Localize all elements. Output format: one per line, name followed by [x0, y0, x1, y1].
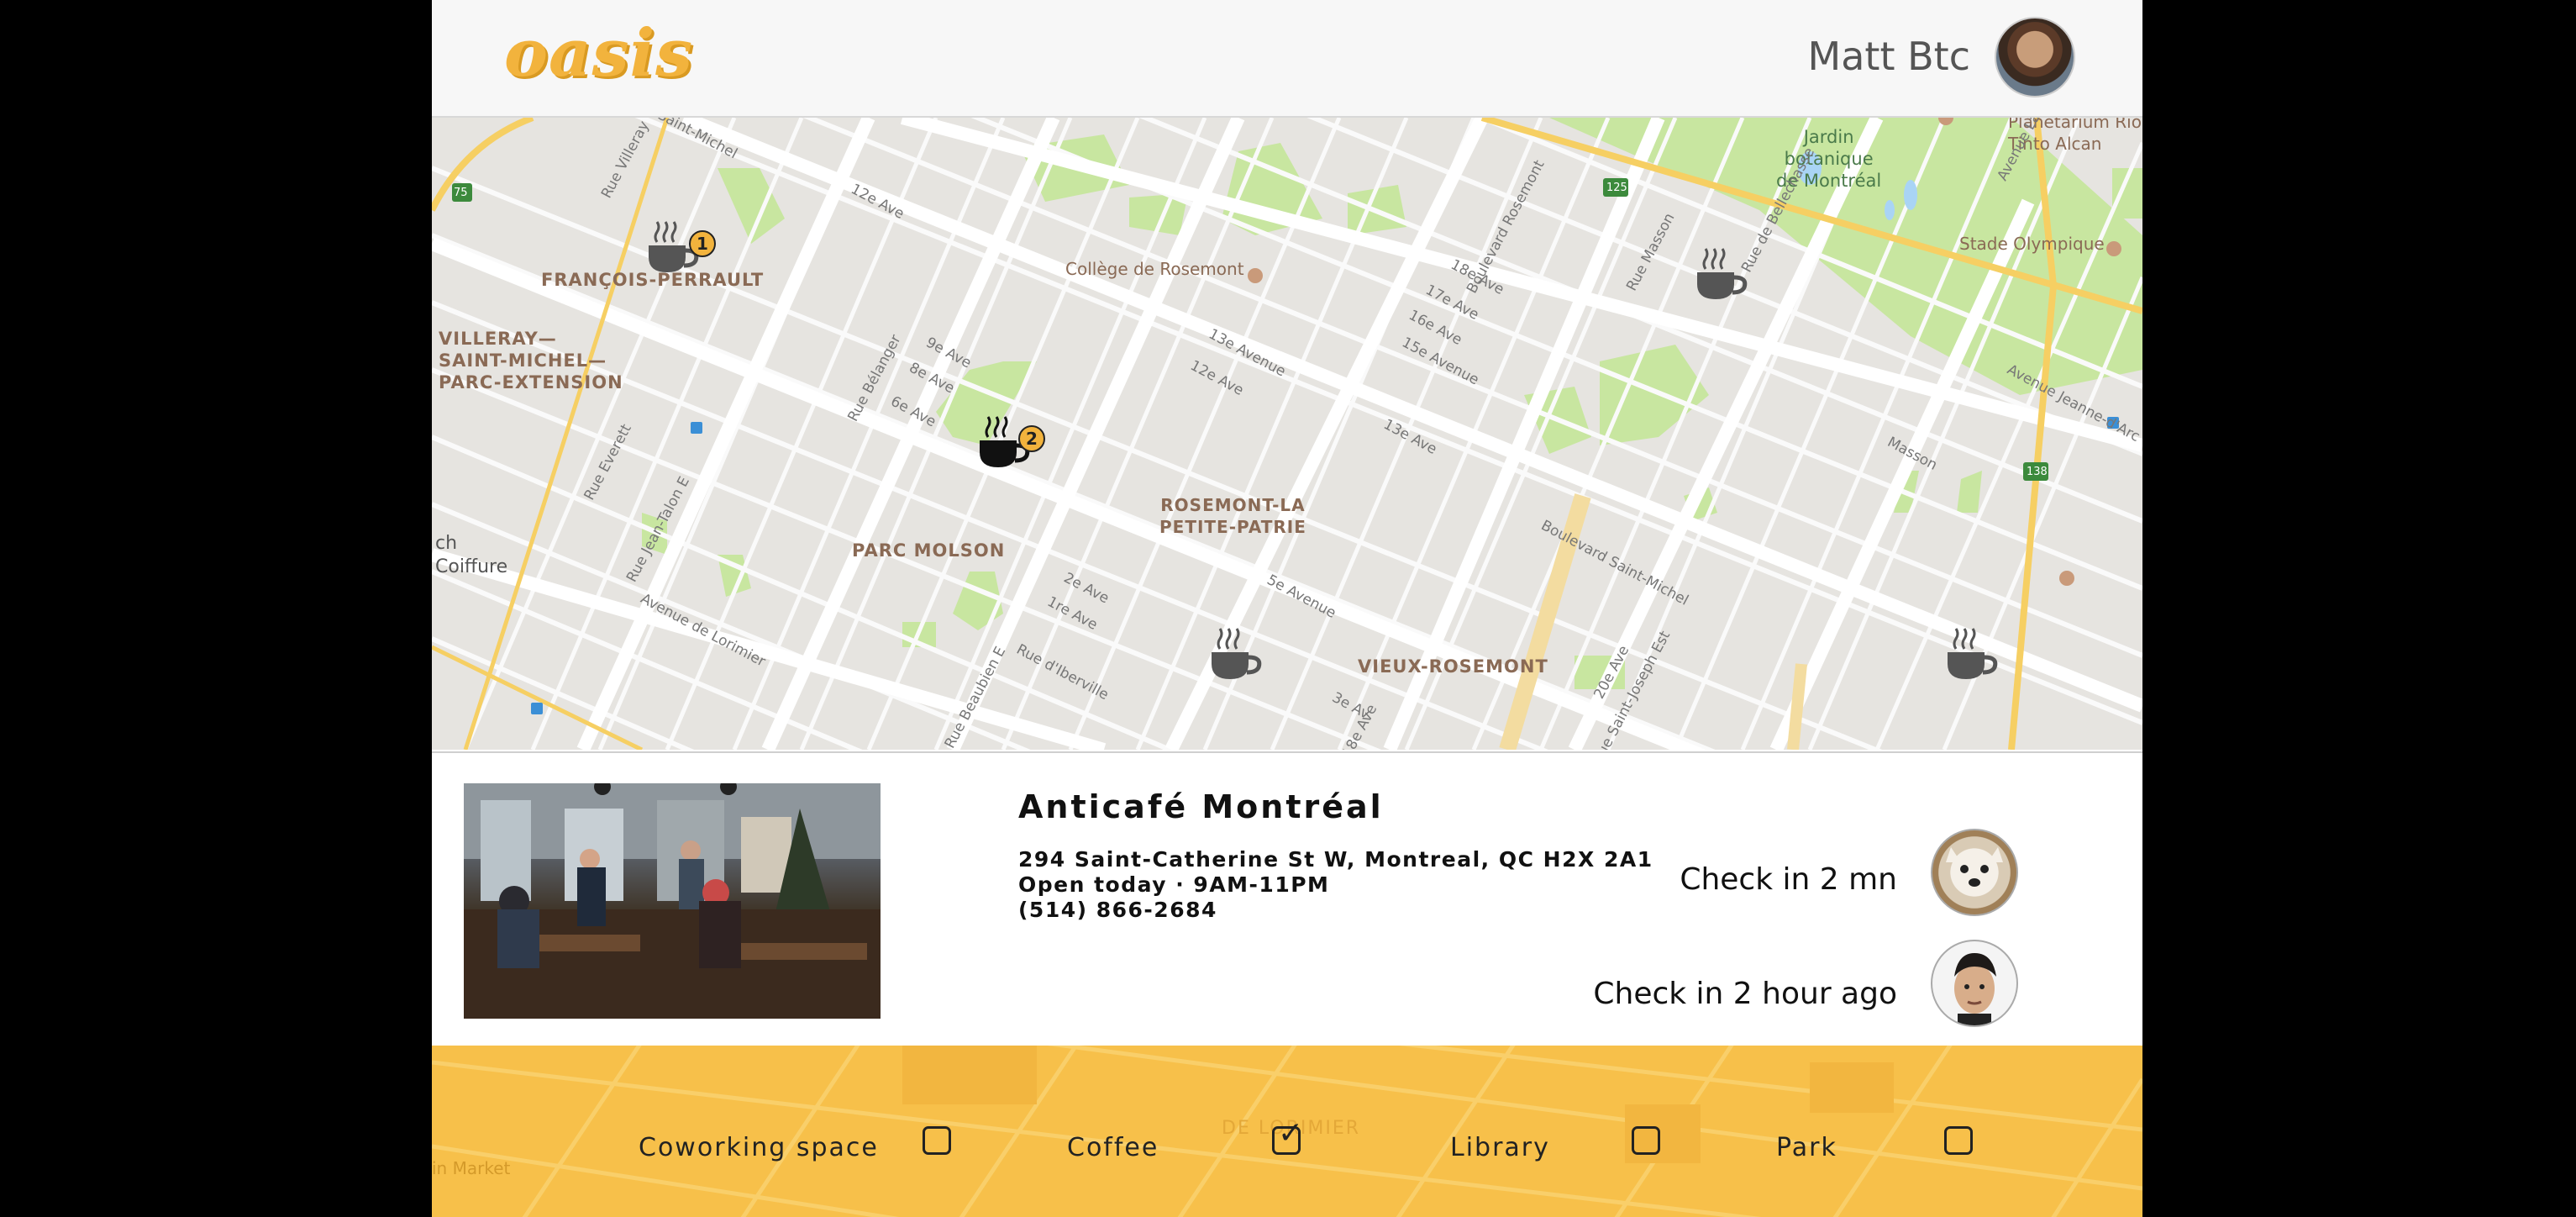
place-info: 294 Saint-Catherine St W, Montreal, QC H…	[1018, 847, 1653, 923]
coffee-marker[interactable]: 1	[642, 210, 716, 277]
district-vieux-rosemont: VIEUX-ROSEMONT	[1358, 656, 1548, 677]
user-name[interactable]: Matt Btc	[1808, 34, 1970, 79]
coffee-marker[interactable]	[1690, 237, 1758, 304]
coffee-cup-icon	[1212, 628, 1262, 679]
coffee-checkbox[interactable]: ✓	[1272, 1119, 1303, 1155]
district-villeray: VILLERAY— SAINT-MICHEL— PARC-EXTENSION	[439, 329, 623, 392]
filter-map-label: in Market	[432, 1158, 511, 1178]
map-view[interactable]: 75 125 138 FRANÇOIS-PERRAULT VILLERAY— S…	[432, 118, 2142, 750]
top-bar: oasis Matt Btc	[432, 0, 2142, 118]
poi-college-rosemont: Collège de Rosemont	[1065, 259, 1244, 279]
street-label: ch	[435, 533, 458, 554]
place-hours: Open today · 9AM-11PM	[1018, 872, 1330, 897]
coffee-marker[interactable]	[1205, 617, 1272, 684]
app-frame: oasis Matt Btc 75 125 138 FRANÇOIS-PERRA…	[432, 0, 2142, 1217]
user-avatar[interactable]	[1995, 17, 2075, 97]
checkmark-icon: ✓	[1278, 1116, 1304, 1151]
park-checkbox[interactable]	[1944, 1126, 1973, 1155]
dog-face-icon	[1946, 847, 2003, 887]
checkin-text: Check in 2 mn	[1680, 862, 1897, 897]
library-checkbox[interactable]	[1632, 1126, 1660, 1155]
coworking-checkbox[interactable]	[923, 1126, 951, 1155]
route-shield-75: 75	[454, 187, 468, 199]
district-parc-molson: PARC MOLSON	[852, 540, 1006, 561]
place-name: Anticafé Montréal	[1018, 788, 1384, 825]
place-photo[interactable]	[464, 783, 881, 1019]
person-avatar[interactable]	[1931, 940, 2018, 1027]
oasis-logo[interactable]: oasis	[504, 15, 693, 92]
filter-label-library[interactable]: Library	[1450, 1133, 1550, 1162]
coffee-cup-icon	[1697, 248, 1748, 299]
route-shield-125: 125	[1606, 182, 1627, 194]
marker-badge: 2	[1018, 425, 1045, 452]
coffee-cup-icon	[1948, 628, 1998, 679]
place-details-panel: Anticafé Montréal 294 Saint-Catherine St…	[432, 751, 2142, 1047]
place-phone[interactable]: (514) 866-2684	[1018, 898, 1653, 923]
filter-label-coffee[interactable]: Coffee	[1067, 1133, 1159, 1162]
dog-avatar[interactable]	[1931, 829, 2018, 916]
street-label: Coiffure	[435, 556, 508, 577]
marker-badge: 1	[689, 230, 716, 257]
filter-label-coworking[interactable]: Coworking space	[639, 1133, 879, 1162]
poi-stade-olympique: Stade Olympique	[1959, 234, 2105, 254]
place-address: 294 Saint-Catherine St W, Montreal, QC H…	[1018, 847, 1653, 872]
coffee-marker-selected[interactable]: 2	[973, 405, 1045, 472]
category-filter-bar: DE LORIMIER in Market Coworking space Co…	[432, 1046, 2142, 1217]
checkin-text: Check in 2 hour ago	[1593, 977, 1897, 1011]
coffee-marker[interactable]	[1941, 617, 2008, 684]
person-face-icon	[1954, 953, 1996, 1025]
filter-label-park[interactable]: Park	[1776, 1133, 1837, 1162]
district-rosemont: ROSEMONT-LA PETITE-PATRIE	[1159, 495, 1306, 537]
route-shield-138: 138	[2027, 466, 2048, 478]
cafe-interior-image	[464, 783, 881, 1019]
